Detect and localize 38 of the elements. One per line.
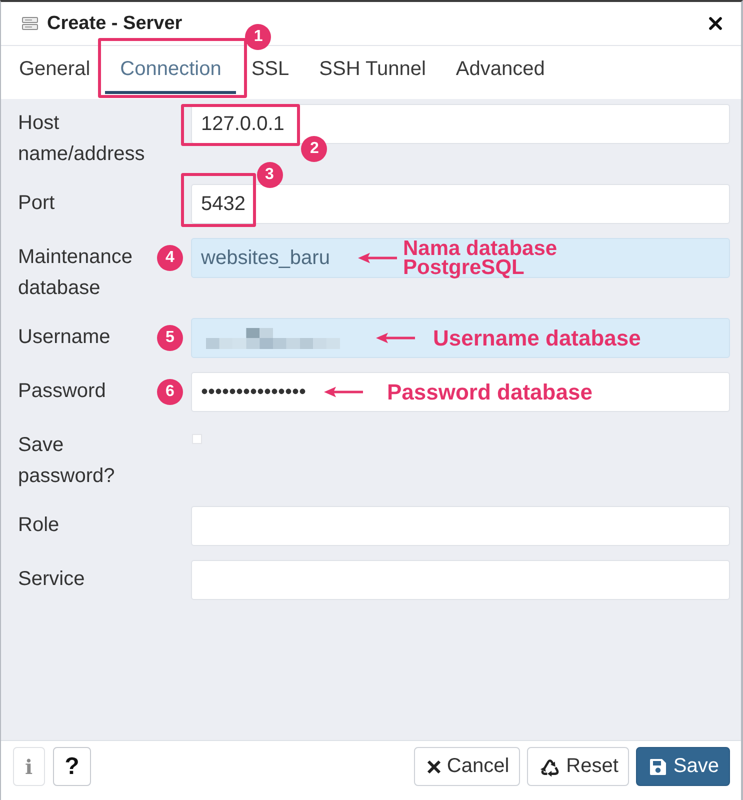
input-field[interactable]	[191, 560, 730, 600]
save-button[interactable]: Save	[636, 747, 730, 786]
tab[interactable]: SSH Tunnel	[304, 46, 441, 94]
field-label: Port	[18, 191, 56, 216]
field-label: Username	[18, 325, 112, 350]
tab[interactable]: General	[4, 46, 106, 94]
annotation-note: Username database	[433, 326, 641, 350]
close-button[interactable]	[709, 17, 722, 30]
left-arrow-icon	[358, 252, 397, 264]
tab[interactable]: Advanced	[440, 46, 560, 94]
left-arrow-icon	[376, 332, 415, 344]
callout-number: 4	[157, 245, 183, 271]
checkbox[interactable]	[192, 434, 202, 444]
reset-button[interactable]: Reset	[527, 747, 630, 786]
field-label: Role	[18, 513, 60, 538]
callout-number: 5	[157, 325, 183, 351]
cancel-button[interactable]: Cancel	[414, 747, 520, 786]
input-field[interactable]	[191, 318, 730, 358]
field-label: Maintenance database	[18, 245, 134, 301]
x-icon	[426, 760, 441, 774]
annotation-note: Nama database PostgreSQL	[403, 239, 558, 277]
tab[interactable]: Connection	[105, 46, 236, 94]
close-icon	[709, 17, 722, 30]
callout-number: 3	[256, 162, 282, 188]
field-label: Password	[18, 379, 107, 404]
dialog-title: Create - Server	[47, 12, 184, 34]
field-label: Save password?	[18, 433, 116, 489]
callout-number: 6	[157, 379, 183, 405]
field-label: Host name/address	[18, 111, 146, 167]
help-button[interactable]: ?	[52, 747, 92, 786]
left-arrow-icon	[324, 386, 363, 398]
annotation-note: Password database	[387, 380, 592, 404]
input-field[interactable]	[191, 506, 730, 546]
callout-number: 2	[301, 136, 328, 162]
field-label: Service	[18, 567, 86, 592]
input-field[interactable]: 5432	[191, 184, 730, 224]
recycle-icon	[540, 756, 560, 776]
server-icon	[22, 17, 38, 30]
